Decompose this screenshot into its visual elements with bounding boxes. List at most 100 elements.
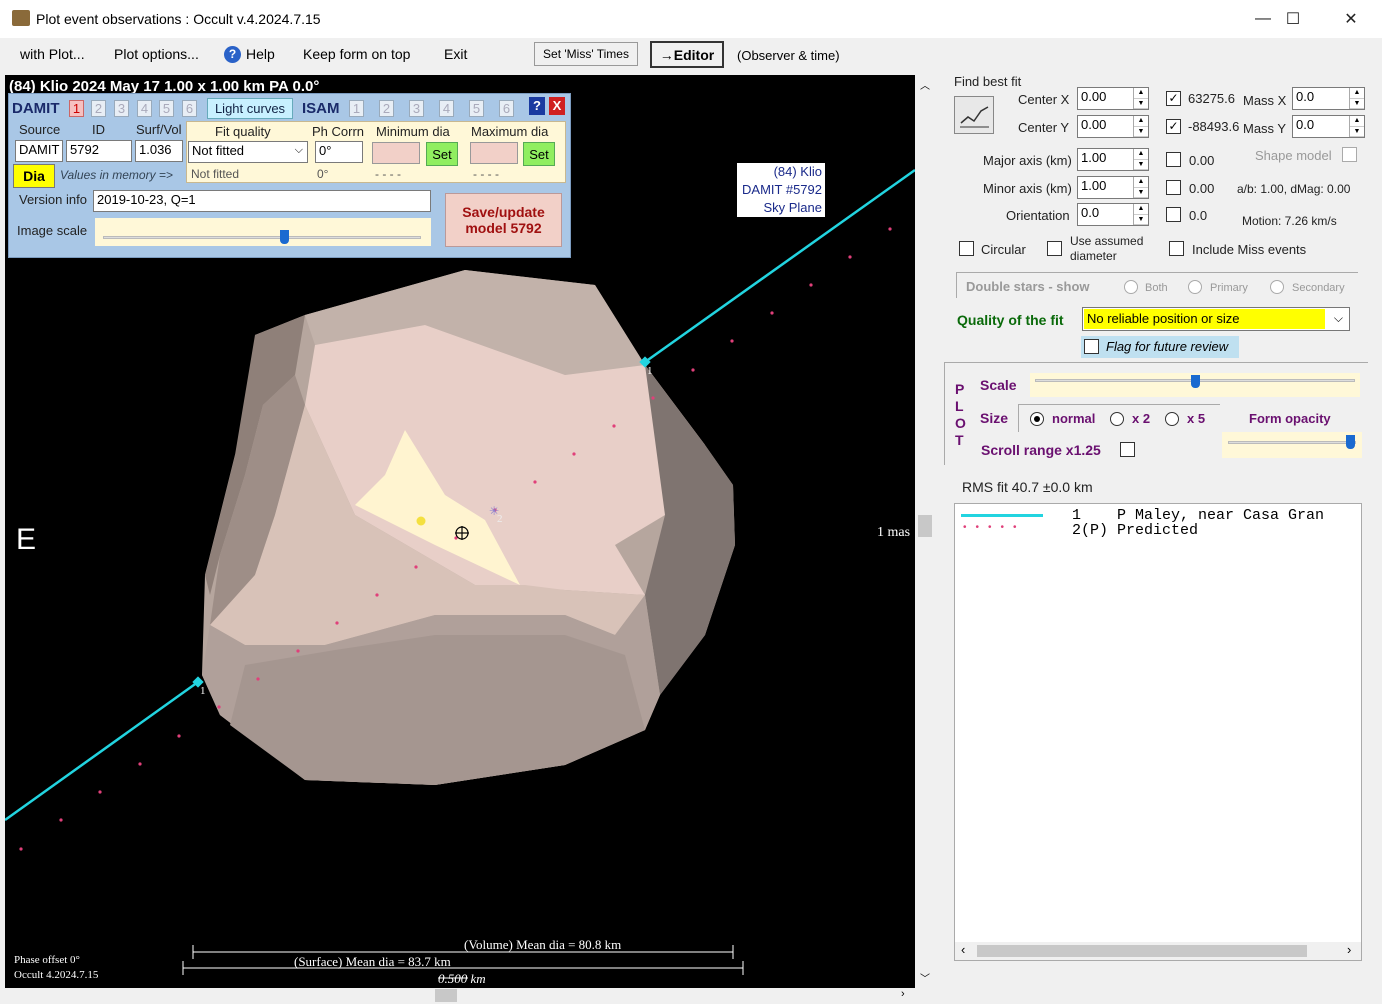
orientation-checkbox[interactable] bbox=[1166, 207, 1181, 222]
flag-review-box[interactable]: Flag for future review bbox=[1081, 336, 1239, 358]
shape-model-checkbox[interactable] bbox=[1342, 147, 1357, 162]
damit-tab-6[interactable]: 6 bbox=[182, 100, 197, 117]
fit-quality-value: Not fitted bbox=[192, 143, 245, 158]
surfvol-field[interactable]: 1.036 bbox=[135, 140, 183, 162]
major-axis-input[interactable]: 1.00 ▲ ▼ bbox=[1077, 148, 1149, 171]
legend-line-2: DAMIT #5792 bbox=[742, 182, 822, 197]
isam-tab-5[interactable]: 5 bbox=[469, 100, 484, 117]
observer-row-2[interactable]: 2(P) Predicted bbox=[1072, 523, 1198, 538]
quality-select[interactable]: No reliable position or size ⌵ bbox=[1082, 307, 1350, 331]
isam-tab-4[interactable]: 4 bbox=[439, 100, 454, 117]
minor-axis-checkbox[interactable] bbox=[1166, 180, 1181, 195]
damit-tab-2[interactable]: 2 bbox=[91, 100, 106, 117]
min-dia-field[interactable] bbox=[372, 142, 420, 164]
set-miss-times-button[interactable]: Set 'Miss' Times bbox=[534, 42, 638, 66]
id-field[interactable]: 5792 bbox=[66, 140, 132, 162]
save-update-line-2: model 5792 bbox=[465, 220, 542, 236]
orientation-label: Orientation bbox=[1006, 208, 1070, 223]
save-update-button[interactable]: Save/update model 5792 bbox=[445, 193, 562, 247]
version-info-field[interactable]: 2019-10-23, Q=1 bbox=[93, 190, 431, 212]
damit-tab-4[interactable]: 4 bbox=[137, 100, 152, 117]
both-label: Both bbox=[1145, 282, 1168, 294]
secondary-radio[interactable] bbox=[1270, 280, 1284, 294]
ph-corrn-field[interactable]: 0° bbox=[315, 141, 363, 163]
observer-list[interactable]: ••••• 1 P Maley, near Casa Gran 2(P) Pre… bbox=[954, 503, 1362, 961]
dia-button[interactable]: Dia bbox=[13, 164, 55, 188]
isam-tab-6[interactable]: 6 bbox=[499, 100, 514, 117]
menu-plot-options[interactable]: Plot options... bbox=[114, 46, 199, 62]
orientation-input[interactable]: 0.0 ▲ ▼ bbox=[1077, 203, 1149, 226]
list-scroll-thumb[interactable] bbox=[977, 945, 1307, 957]
center-x-input[interactable]: 0.00 ▲ ▼ bbox=[1077, 87, 1149, 110]
primary-radio[interactable] bbox=[1188, 280, 1202, 294]
center-y-input[interactable]: 0.00 ▲ ▼ bbox=[1077, 115, 1149, 138]
circular-checkbox[interactable] bbox=[959, 241, 974, 256]
scroll-right-icon[interactable]: › bbox=[901, 988, 905, 1000]
set-max-dia-button[interactable]: Set bbox=[523, 142, 555, 166]
scroll-right-icon[interactable]: › bbox=[1347, 942, 1351, 957]
scale-thumb[interactable] bbox=[1191, 375, 1200, 388]
scroll-left-icon[interactable]: ‹ bbox=[961, 942, 965, 957]
mass-x-checkbox[interactable]: ✓ bbox=[1166, 91, 1181, 106]
light-curves-button[interactable]: Light curves bbox=[207, 98, 293, 119]
size-normal-radio[interactable] bbox=[1030, 412, 1044, 426]
form-opacity-thumb[interactable] bbox=[1346, 435, 1355, 449]
plot-vertical-scrollbar[interactable]: ︿ ﹀ bbox=[917, 75, 934, 988]
mass-x-input[interactable]: 0.0 ▲ ▼ bbox=[1292, 87, 1365, 110]
find-best-fit-button[interactable] bbox=[954, 96, 994, 134]
plot-horizontal-scrollbar[interactable]: › bbox=[5, 988, 915, 1003]
size-x2-radio[interactable] bbox=[1110, 412, 1124, 426]
set-min-dia-button[interactable]: Set bbox=[426, 142, 458, 166]
minor-axis-input[interactable]: 1.00 ▲ ▼ bbox=[1077, 176, 1149, 199]
source-field[interactable]: DAMIT bbox=[15, 140, 63, 162]
scroll-down-icon[interactable]: ﹀ bbox=[920, 970, 930, 985]
size-normal-label: normal bbox=[1052, 411, 1096, 426]
menu-help[interactable]: Help bbox=[246, 46, 275, 62]
east-label: E bbox=[16, 523, 37, 556]
major-axis-checkbox[interactable] bbox=[1166, 152, 1181, 167]
mass-y-input[interactable]: 0.0 ▲ ▼ bbox=[1292, 115, 1365, 138]
maximize-button[interactable]: ☐ bbox=[1264, 0, 1322, 38]
damit-tab-1[interactable]: 1 bbox=[69, 100, 84, 117]
list-horizontal-scrollbar[interactable]: ‹ › bbox=[955, 942, 1361, 960]
horizontal-scroll-thumb[interactable] bbox=[435, 989, 457, 1002]
isam-tab-1[interactable]: 1 bbox=[349, 100, 364, 117]
form-opacity-slider[interactable] bbox=[1222, 432, 1362, 458]
scroll-range-checkbox[interactable] bbox=[1120, 442, 1135, 457]
menu-keep-on-top[interactable]: Keep form on top bbox=[303, 46, 410, 62]
damit-tab-5[interactable]: 5 bbox=[159, 100, 174, 117]
mass-y-checkbox[interactable]: ✓ bbox=[1166, 119, 1181, 134]
marker-label-2: 2 bbox=[497, 513, 503, 525]
damit-title: DAMIT bbox=[12, 100, 60, 117]
isam-tab-2[interactable]: 2 bbox=[379, 100, 394, 117]
menu-exit[interactable]: Exit bbox=[444, 46, 467, 62]
both-radio[interactable] bbox=[1124, 280, 1138, 294]
legend-line-1: (84) Klio bbox=[773, 164, 822, 179]
observer-time-label: (Observer & time) bbox=[737, 48, 840, 63]
max-dia-field[interactable] bbox=[470, 142, 518, 164]
major-axis-fit-value: 0.00 bbox=[1189, 153, 1215, 168]
image-scale-thumb[interactable] bbox=[280, 230, 290, 244]
observer-row-1[interactable]: 1 P Maley, near Casa Gran bbox=[1072, 508, 1324, 523]
help-icon[interactable]: ? bbox=[224, 46, 241, 63]
chord-legend-line bbox=[961, 514, 1043, 517]
predicted-legend-dots: ••••• bbox=[963, 522, 1026, 533]
fit-quality-select[interactable]: Not fitted ⌵ bbox=[188, 141, 308, 163]
damit-tab-3[interactable]: 3 bbox=[114, 100, 129, 117]
close-panel-button[interactable]: X bbox=[549, 97, 565, 115]
isam-tab-3[interactable]: 3 bbox=[409, 100, 424, 117]
image-scale-slider[interactable] bbox=[95, 218, 431, 246]
window-title: Plot event observations : Occult v.4.202… bbox=[36, 11, 321, 27]
menu-with-plot[interactable]: with Plot... bbox=[20, 46, 85, 62]
size-x5-radio[interactable] bbox=[1165, 412, 1179, 426]
fit-chart-icon bbox=[960, 106, 989, 128]
scale-slider[interactable] bbox=[1030, 373, 1360, 397]
use-assumed-checkbox[interactable] bbox=[1047, 241, 1062, 256]
editor-button[interactable]: →Editor bbox=[650, 41, 724, 68]
include-miss-checkbox[interactable] bbox=[1169, 241, 1184, 256]
scroll-up-icon[interactable]: ︿ bbox=[920, 77, 930, 92]
vertical-scroll-thumb[interactable] bbox=[918, 515, 932, 537]
help-button[interactable]: ? bbox=[529, 97, 545, 115]
close-button[interactable]: ✕ bbox=[1322, 0, 1380, 38]
flag-review-checkbox[interactable] bbox=[1084, 339, 1099, 354]
